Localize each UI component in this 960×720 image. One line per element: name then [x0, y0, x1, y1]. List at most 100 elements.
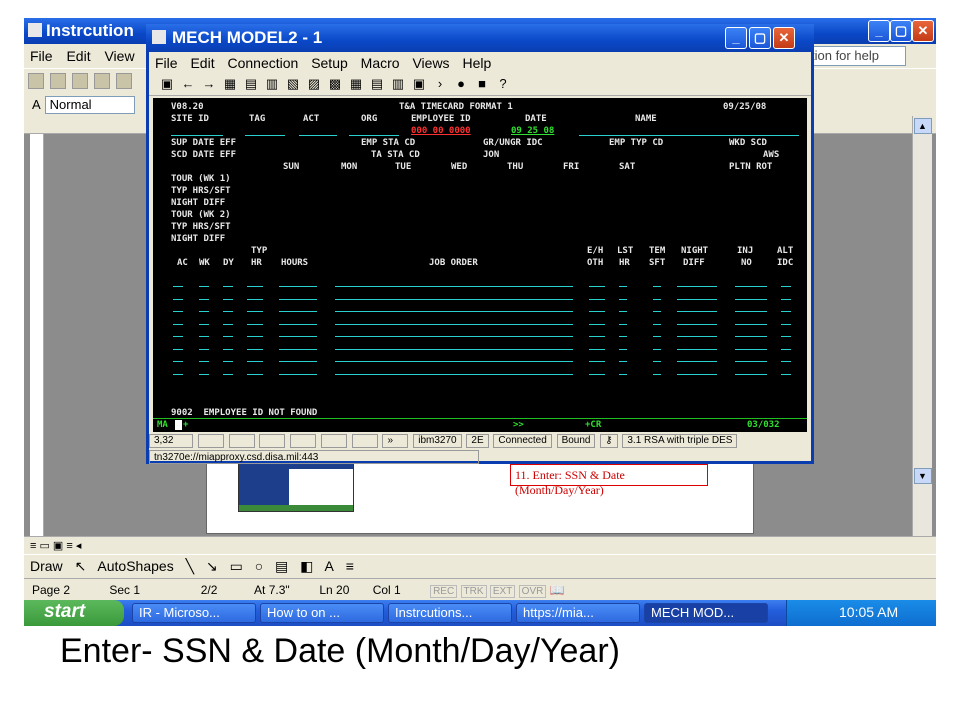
- grid-cell-r7-c11[interactable]: [781, 373, 791, 375]
- terminal-menu-macro[interactable]: Macro: [361, 55, 400, 71]
- grid-cell-r0-c5[interactable]: [335, 286, 573, 287]
- grid-cell-r3-c5[interactable]: [335, 323, 573, 325]
- grid-cell-r6-c3[interactable]: [247, 361, 263, 362]
- grid-cell-r7-c4[interactable]: [279, 373, 317, 375]
- grid-cell-r3-c0[interactable]: [173, 323, 183, 325]
- select-arrow-icon[interactable]: ↖: [75, 558, 87, 574]
- grid-cell-r1-c7[interactable]: [619, 298, 627, 300]
- grid-cell-r4-c3[interactable]: [247, 336, 263, 337]
- grid-cell-r4-c8[interactable]: [653, 336, 661, 337]
- grid-cell-r4-c7[interactable]: [619, 336, 627, 337]
- grid-cell-r0-c11[interactable]: [781, 286, 791, 287]
- grid-cell-r0-c2[interactable]: [223, 286, 233, 287]
- word-horizontal-scrollbar[interactable]: ≡ ▭ ▣ ≡ ◂: [24, 536, 936, 554]
- grid-cell-r6-c8[interactable]: [653, 361, 661, 362]
- grid-cell-r0-c0[interactable]: [173, 286, 183, 287]
- grid-cell-r5-c8[interactable]: [653, 348, 661, 350]
- site-id-field[interactable]: [171, 135, 223, 136]
- autoshapes-menu[interactable]: AutoShapes: [97, 558, 173, 574]
- word-maximize-button[interactable]: ▢: [890, 20, 912, 42]
- grid-cell-r0-c1[interactable]: [199, 286, 209, 287]
- tag-field[interactable]: [245, 135, 285, 136]
- grid-cell-r2-c9[interactable]: [677, 311, 717, 312]
- grid-cell-r5-c9[interactable]: [677, 348, 717, 350]
- date-input[interactable]: 09 25 08: [511, 126, 554, 136]
- terminal-toolbar-icon-10[interactable]: ▤: [369, 76, 385, 92]
- grid-cell-r3-c8[interactable]: [653, 323, 661, 325]
- arrow-icon[interactable]: ↘: [206, 558, 218, 574]
- font-color-icon[interactable]: A: [325, 558, 334, 574]
- word-close-button[interactable]: ✕: [912, 20, 934, 42]
- word-help-box[interactable]: tion for help: [806, 46, 906, 66]
- draw-menu[interactable]: Draw: [30, 558, 63, 574]
- word-menu-view[interactable]: View: [104, 48, 134, 64]
- grid-cell-r0-c6[interactable]: [589, 286, 605, 287]
- grid-cell-r0-c8[interactable]: [653, 286, 661, 287]
- terminal-toolbar-icon-5[interactable]: ▥: [264, 76, 280, 92]
- grid-cell-r2-c8[interactable]: [653, 311, 661, 312]
- grid-cell-r1-c6[interactable]: [589, 298, 605, 300]
- grid-cell-r4-c11[interactable]: [781, 336, 791, 337]
- scroll-track[interactable]: [913, 136, 932, 466]
- grid-cell-r0-c7[interactable]: [619, 286, 627, 287]
- terminal-toolbar-icon-12[interactable]: ▣: [411, 76, 427, 92]
- grid-cell-r5-c0[interactable]: [173, 348, 183, 350]
- status-ovr[interactable]: OVR: [518, 585, 547, 598]
- grid-cell-r6-c1[interactable]: [199, 361, 209, 362]
- grid-cell-r5-c3[interactable]: [247, 348, 263, 350]
- grid-cell-r6-c0[interactable]: [173, 361, 183, 362]
- scroll-down-icon[interactable]: ▼: [913, 468, 932, 484]
- line-icon[interactable]: ╲: [186, 558, 194, 574]
- terminal-maximize-button[interactable]: ▢: [749, 27, 771, 49]
- grid-cell-r2-c5[interactable]: [335, 311, 573, 312]
- open-icon[interactable]: [50, 73, 66, 89]
- style-select[interactable]: Normal: [44, 96, 135, 114]
- grid-cell-r5-c10[interactable]: [735, 348, 767, 350]
- terminal-menu-edit[interactable]: Edit: [190, 55, 214, 71]
- terminal-menu-setup[interactable]: Setup: [311, 55, 348, 71]
- save-icon[interactable]: [72, 73, 88, 89]
- grid-cell-r6-c7[interactable]: [619, 361, 627, 362]
- terminal-toolbar-icon-7[interactable]: ▨: [306, 76, 322, 92]
- spelling-icon[interactable]: 📖: [550, 583, 565, 597]
- terminal-toolbar-icon-14[interactable]: ●: [453, 76, 469, 91]
- grid-cell-r5-c5[interactable]: [335, 348, 573, 350]
- grid-cell-r5-c6[interactable]: [589, 348, 605, 350]
- terminal-toolbar-icon-6[interactable]: ▧: [285, 76, 301, 92]
- grid-cell-r6-c10[interactable]: [735, 361, 767, 362]
- grid-cell-r7-c10[interactable]: [735, 373, 767, 375]
- fill-color-icon[interactable]: ◧: [300, 558, 313, 574]
- grid-cell-r1-c4[interactable]: [279, 298, 317, 300]
- grid-cell-r0-c9[interactable]: [677, 286, 717, 287]
- grid-cell-r4-c5[interactable]: [335, 336, 573, 337]
- grid-cell-r7-c5[interactable]: [335, 373, 573, 375]
- start-button[interactable]: start: [24, 600, 124, 626]
- grid-cell-r5-c11[interactable]: [781, 348, 791, 350]
- terminal-screen[interactable]: V08.20 T&A TIMECARD FORMAT 1 09/25/08 SI…: [153, 98, 807, 432]
- org-field[interactable]: [349, 135, 399, 136]
- grid-cell-r6-c5[interactable]: [335, 361, 573, 362]
- grid-cell-r6-c6[interactable]: [589, 361, 605, 362]
- grid-cell-r7-c2[interactable]: [223, 373, 233, 375]
- grid-cell-r2-c11[interactable]: [781, 311, 791, 312]
- terminal-toolbar-icon-9[interactable]: ▦: [348, 76, 364, 92]
- grid-cell-r2-c3[interactable]: [247, 311, 263, 312]
- new-doc-icon[interactable]: [28, 73, 44, 89]
- word-menu-edit[interactable]: Edit: [66, 48, 90, 64]
- grid-cell-r3-c6[interactable]: [589, 323, 605, 325]
- grid-cell-r6-c11[interactable]: [781, 361, 791, 362]
- grid-cell-r4-c9[interactable]: [677, 336, 717, 337]
- grid-cell-r1-c0[interactable]: [173, 298, 183, 300]
- terminal-menu-connection[interactable]: Connection: [227, 55, 298, 71]
- terminal-close-button[interactable]: ✕: [773, 27, 795, 49]
- grid-cell-r3-c7[interactable]: [619, 323, 627, 325]
- grid-cell-r7-c8[interactable]: [653, 373, 661, 375]
- terminal-toolbar-icon-15[interactable]: ■: [474, 76, 490, 91]
- grid-cell-r5-c4[interactable]: [279, 348, 317, 350]
- terminal-menu-views[interactable]: Views: [412, 55, 449, 71]
- grid-cell-r2-c0[interactable]: [173, 311, 183, 312]
- status-rec[interactable]: REC: [430, 585, 458, 598]
- grid-cell-r0-c10[interactable]: [735, 286, 767, 287]
- rectangle-icon[interactable]: ▭: [230, 558, 243, 574]
- terminal-toolbar-icon-1[interactable]: ←: [180, 76, 196, 91]
